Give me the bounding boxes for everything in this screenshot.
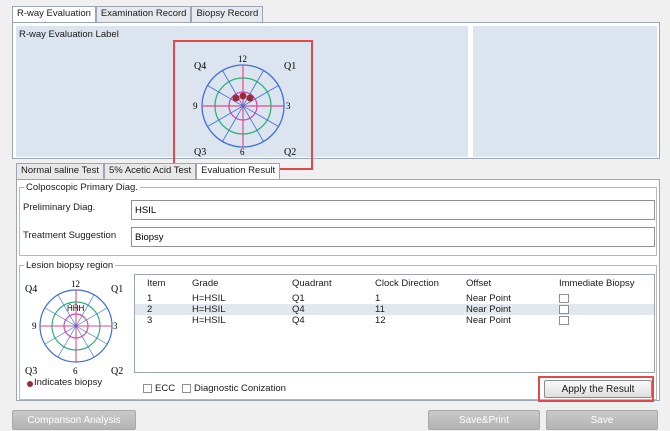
cell-grade: H=HSIL: [192, 293, 226, 304]
cell-quadrant: Q1: [292, 293, 305, 304]
table-row[interactable]: 3 H=HSIL Q4 12 Near Point: [135, 315, 654, 326]
biopsy-legend-dot: [27, 381, 33, 387]
evaluation-result-panel: Colposcopic Primary Diag. Preliminary Di…: [16, 179, 660, 401]
clock-label-12: 12: [71, 279, 80, 289]
table-row[interactable]: 1 H=HSIL Q1 1 Near Point: [135, 293, 654, 304]
clock-label-q3: Q3: [25, 366, 37, 377]
cell-clock-direction: 11: [375, 304, 385, 315]
table-row[interactable]: 2 H=HSIL Q4 11 Near Point: [135, 304, 654, 315]
indicates-biopsy-label: Indicates biopsy: [34, 377, 103, 388]
column-header-offset: Offset: [466, 278, 492, 289]
cell-grade: H=HSIL: [192, 304, 226, 315]
tab-acetic-acid-test[interactable]: 5% Acetic Acid Test: [103, 163, 197, 179]
immediate-biopsy-checkbox[interactable]: [559, 316, 569, 325]
cell-offset: Near Point: [466, 293, 511, 304]
preliminary-diag-label: Preliminary Diag.: [23, 202, 96, 213]
cell-clock-direction: 1: [375, 293, 381, 304]
clock-label-q1: Q1: [111, 284, 123, 295]
clock-label-q4: Q4: [25, 284, 37, 295]
apply-button-highlight: [538, 376, 654, 402]
save-button[interactable]: Save: [546, 410, 658, 430]
biopsy-clock-diagram: ĤĤH Q4 Q1 Q3 Q2 12 3 6 9: [25, 279, 123, 377]
cell-item: 3: [147, 315, 153, 326]
diagram-highlight: [173, 40, 313, 170]
immediate-biopsy-checkbox[interactable]: [559, 305, 569, 314]
column-header-grade: Grade: [192, 278, 219, 289]
save-print-button[interactable]: Save&Print: [428, 410, 540, 430]
biopsy-table: Item Grade Quadrant Clock Direction Offs…: [134, 274, 655, 373]
cell-grade: H=HSIL: [192, 315, 226, 326]
column-header-clock-direction: Clock Direction: [375, 278, 439, 289]
clock-label-9: 9: [32, 321, 37, 331]
tab-evaluation-result[interactable]: Evaluation Result: [196, 163, 281, 180]
evaluation-image-area: [473, 26, 657, 157]
treatment-suggestion-label: Treatment Suggestion: [23, 230, 117, 241]
column-header-immediate-biopsy: Immediate Biopsy: [559, 278, 635, 289]
diagnostic-conization-label: Diagnostic Conization: [194, 383, 286, 394]
ecc-label: ECC: [155, 383, 176, 394]
r-way-evaluation-panel: R-way Evaluation Label Q4 Q1 Q3 Q2 12 3 …: [12, 22, 660, 159]
cell-quadrant: Q4: [292, 315, 305, 326]
tab-examination-record[interactable]: Examination Record: [95, 6, 192, 22]
clock-label-6: 6: [73, 366, 78, 376]
preliminary-diag-input[interactable]: [131, 200, 655, 220]
comparison-analysis-button[interactable]: Comparison Analysis: [12, 410, 136, 430]
top-tabbar: R-way Evaluation Examination Record Biop…: [12, 6, 264, 23]
tab-r-way-evaluation[interactable]: R-way Evaluation: [12, 6, 96, 23]
cell-item: 2: [147, 304, 153, 315]
biopsy-marker-text: ĤĤH: [67, 304, 85, 313]
column-header-quadrant: Quadrant: [292, 278, 332, 289]
clock-label-q2: Q2: [111, 366, 123, 377]
cell-offset: Near Point: [466, 315, 511, 326]
sub-tabbar: Normal saline Test 5% Acetic Acid Test E…: [16, 163, 281, 180]
cell-clock-direction: 12: [375, 315, 386, 326]
lesion-biopsy-legend: Lesion biopsy region: [26, 260, 114, 271]
diagnostic-conization-checkbox[interactable]: [182, 384, 191, 393]
tab-normal-saline-test[interactable]: Normal saline Test: [16, 163, 104, 179]
cell-offset: Near Point: [466, 304, 511, 315]
cell-quadrant: Q4: [292, 304, 305, 315]
cell-item: 1: [147, 293, 153, 304]
immediate-biopsy-checkbox[interactable]: [559, 294, 569, 303]
primary-diag-legend: Colposcopic Primary Diag.: [26, 182, 138, 193]
treatment-suggestion-input[interactable]: [131, 227, 655, 247]
column-header-item: Item: [147, 278, 166, 289]
biopsy-legend-dot-shape: [27, 381, 33, 387]
ecc-checkbox[interactable]: [143, 384, 152, 393]
clock-label-3: 3: [113, 321, 118, 331]
tab-biopsy-record[interactable]: Biopsy Record: [191, 6, 264, 22]
